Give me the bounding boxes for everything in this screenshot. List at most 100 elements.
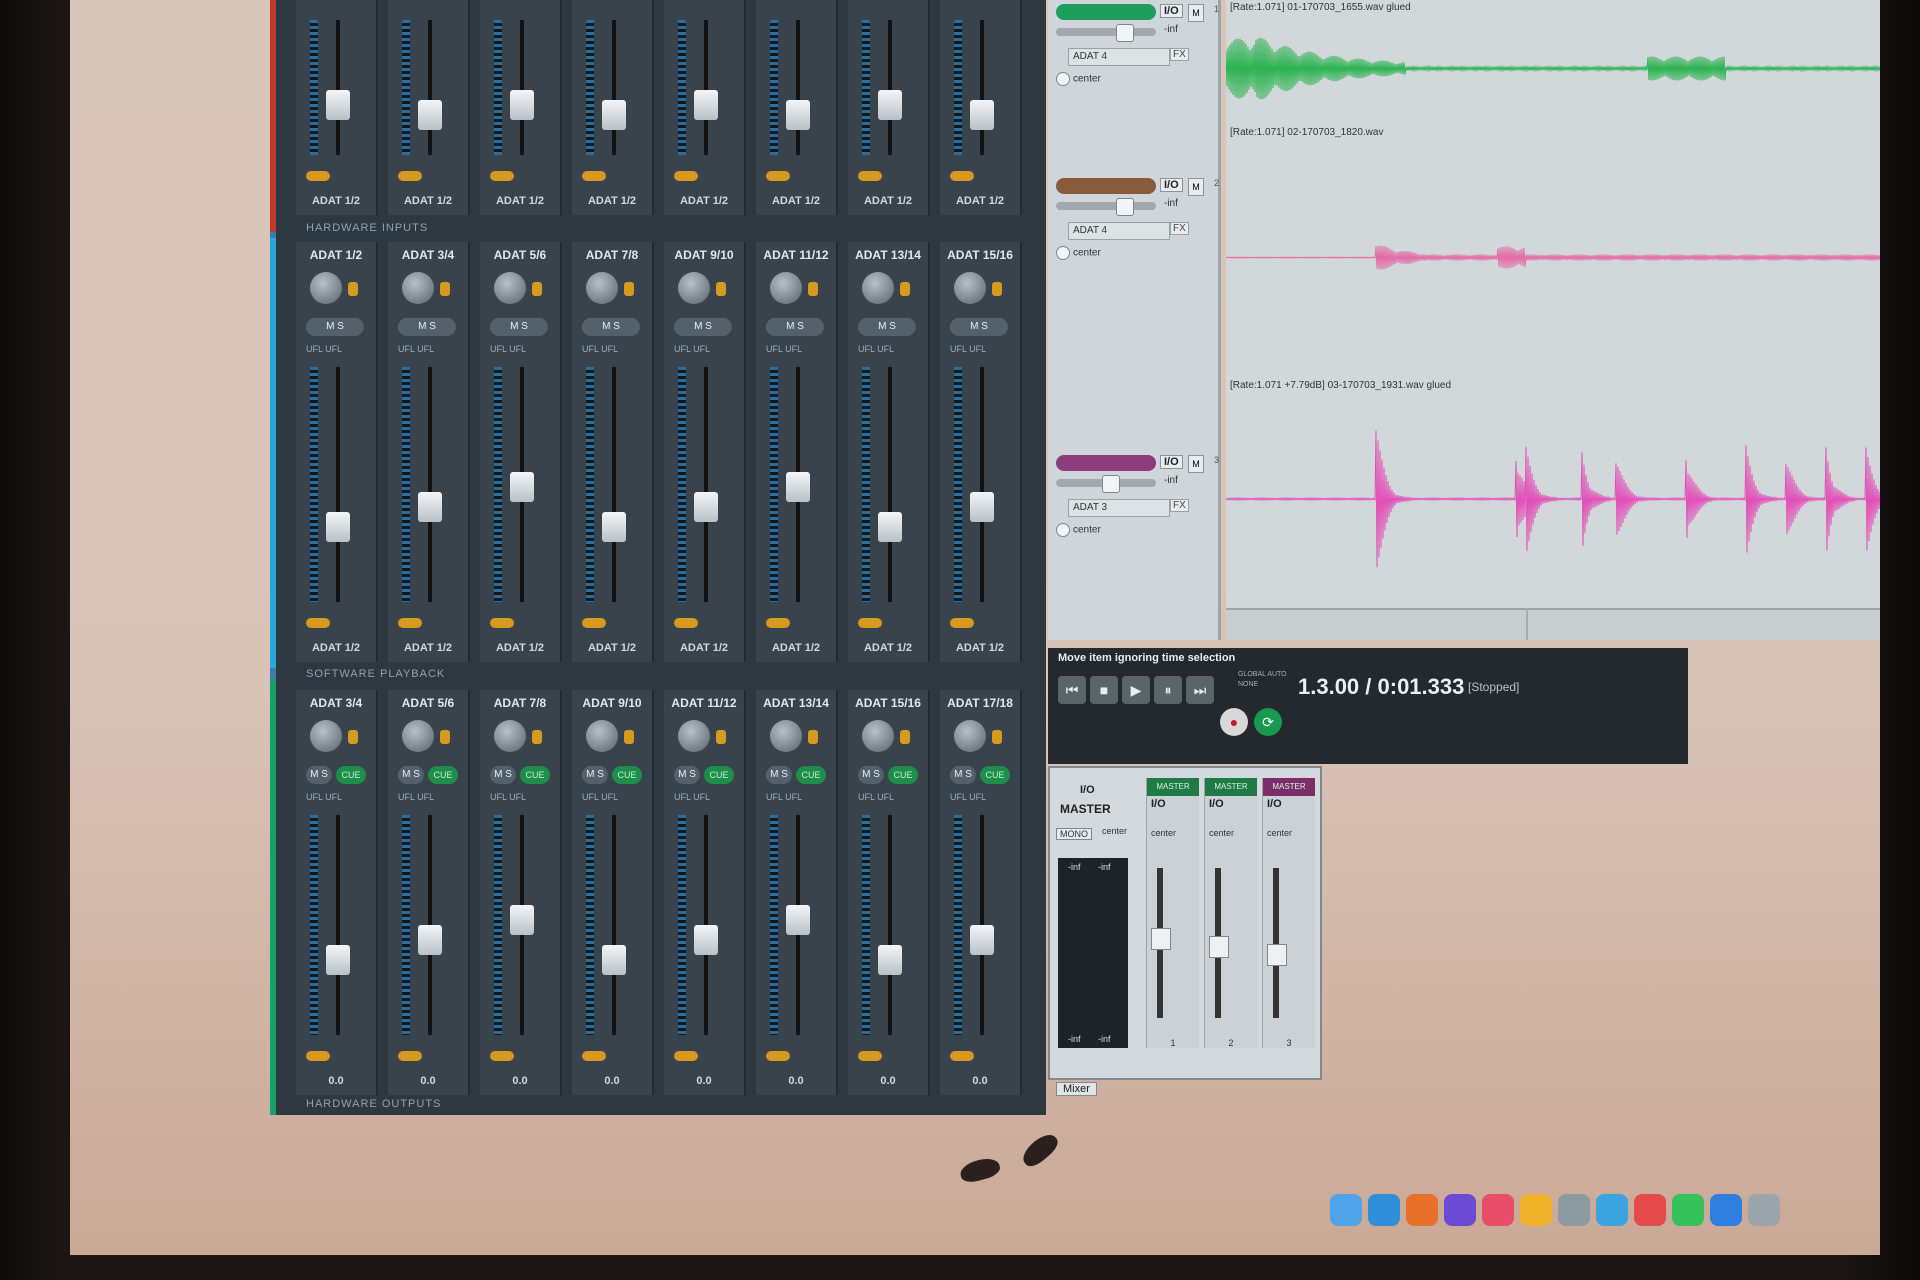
track-name-field[interactable]	[1056, 4, 1156, 20]
record-input-select[interactable]: ADAT 4	[1068, 222, 1170, 240]
fader-handle[interactable]	[326, 90, 350, 120]
channel-routing-label[interactable]: 0.0	[388, 1075, 468, 1087]
fader-handle[interactable]	[786, 905, 810, 935]
channel-routing-label[interactable]: ADAT 1/2	[756, 195, 836, 207]
channel-routing-label[interactable]: 0.0	[940, 1075, 1020, 1087]
volume-handle[interactable]	[1116, 198, 1134, 216]
fader-handle[interactable]	[970, 492, 994, 522]
repeat-button[interactable]: ⟳	[1254, 708, 1282, 736]
record-input-select[interactable]: ADAT 3	[1068, 499, 1170, 517]
fader-handle[interactable]	[694, 492, 718, 522]
mute-solo-button[interactable]: M S	[398, 766, 424, 784]
fader-handle[interactable]	[326, 945, 350, 975]
fader-handle[interactable]	[418, 925, 442, 955]
gain-knob[interactable]	[586, 720, 618, 752]
channel-routing-label[interactable]: 0.0	[848, 1075, 928, 1087]
mute-solo-button[interactable]: M S	[490, 318, 548, 336]
mute-solo-button[interactable]: M S	[582, 318, 640, 336]
volume-slider[interactable]	[1056, 28, 1156, 36]
arrange-view[interactable]: [Rate:1.071] 01-170703_1655.wav glued [Ra…	[1226, 0, 1880, 640]
cue-button[interactable]: CUE	[704, 766, 734, 784]
channel-routing-label[interactable]: 0.0	[572, 1075, 652, 1087]
master-pan-knob[interactable]: center	[1102, 826, 1127, 836]
mute-solo-button[interactable]: M S	[858, 766, 884, 784]
firefox-icon[interactable]	[1406, 1194, 1438, 1226]
track-header[interactable]: I/O M -inf ADAT 3 FX center 3	[1056, 455, 1219, 585]
fader-handle[interactable]	[970, 925, 994, 955]
gain-knob[interactable]	[678, 272, 710, 304]
mixer-track-strip[interactable]: MASTER I/O center 3	[1262, 778, 1315, 1048]
mute-solo-button[interactable]: M S	[398, 318, 456, 336]
channel-routing-label[interactable]: ADAT 1/2	[480, 195, 560, 207]
mail-icon[interactable]	[1596, 1194, 1628, 1226]
volume-handle[interactable]	[1116, 24, 1134, 42]
mute-solo-button[interactable]: M S	[858, 318, 916, 336]
fader-handle[interactable]	[1151, 928, 1171, 950]
mute-solo-button[interactable]: M S	[950, 766, 976, 784]
channel-routing-label[interactable]: ADAT 1/2	[664, 642, 744, 654]
cue-button[interactable]: CUE	[980, 766, 1010, 784]
media-item[interactable]: [Rate:1.071 +7.79dB] 03-170703_1931.wav …	[1226, 378, 1880, 610]
io-button[interactable]: I/O	[1160, 178, 1183, 192]
fader-handle[interactable]	[602, 512, 626, 542]
gain-knob[interactable]	[310, 720, 342, 752]
master-io-button[interactable]: I/O	[1080, 784, 1095, 796]
mute-solo-button[interactable]: M S	[306, 766, 332, 784]
channel-routing-label[interactable]: ADAT 1/2	[296, 642, 376, 654]
cue-button[interactable]: CUE	[612, 766, 642, 784]
pan-knob[interactable]: center	[1056, 523, 1126, 537]
fader-handle[interactable]	[1267, 944, 1287, 966]
fader-handle[interactable]	[786, 472, 810, 502]
channel-routing-label[interactable]: ADAT 1/2	[664, 195, 744, 207]
channel-routing-label[interactable]: 0.0	[664, 1075, 744, 1087]
gain-knob[interactable]	[310, 272, 342, 304]
settings-icon[interactable]	[1558, 1194, 1590, 1226]
io-button[interactable]: I/O	[1160, 4, 1183, 18]
channel-routing-label[interactable]: ADAT 1/2	[756, 642, 836, 654]
mixer-track-strip[interactable]: MASTER I/O center 1	[1146, 778, 1199, 1048]
mute-button[interactable]: M	[1188, 455, 1204, 473]
play-button[interactable]: ▶	[1122, 676, 1150, 704]
mute-solo-button[interactable]: M S	[306, 318, 364, 336]
channel-routing-label[interactable]: ADAT 1/2	[572, 195, 652, 207]
cue-button[interactable]: CUE	[336, 766, 366, 784]
calendar-icon[interactable]	[1634, 1194, 1666, 1226]
timecode-display[interactable]: 1.3.00 / 0:01.333	[1298, 674, 1464, 700]
cue-button[interactable]: CUE	[520, 766, 550, 784]
fader-handle[interactable]	[878, 90, 902, 120]
channel-routing-label[interactable]: ADAT 1/2	[940, 195, 1020, 207]
pause-button[interactable]: ⏸	[1154, 676, 1182, 704]
channel-routing-label[interactable]: ADAT 1/2	[848, 642, 928, 654]
gain-knob[interactable]	[862, 272, 894, 304]
channel-routing-label[interactable]: ADAT 1/2	[388, 195, 468, 207]
mixer-track-strip[interactable]: MASTER I/O center 2	[1204, 778, 1257, 1048]
gain-knob[interactable]	[862, 720, 894, 752]
fader-handle[interactable]	[510, 90, 534, 120]
volume-handle[interactable]	[1102, 475, 1120, 493]
media-item[interactable]: [Rate:1.071] 01-170703_1655.wav glued	[1226, 0, 1880, 127]
finder-icon[interactable]	[1330, 1194, 1362, 1226]
fader-handle[interactable]	[786, 100, 810, 130]
record-button[interactable]: ●	[1220, 708, 1248, 736]
io-button[interactable]: I/O	[1151, 798, 1166, 810]
cue-button[interactable]: CUE	[428, 766, 458, 784]
volume-slider[interactable]	[1056, 202, 1156, 210]
channel-routing-label[interactable]: ADAT 1/2	[572, 642, 652, 654]
mute-button[interactable]: M	[1188, 178, 1204, 196]
track-name-field[interactable]	[1056, 455, 1156, 471]
gain-knob[interactable]	[402, 720, 434, 752]
gain-knob[interactable]	[494, 720, 526, 752]
gain-knob[interactable]	[402, 272, 434, 304]
channel-routing-label[interactable]: 0.0	[756, 1075, 836, 1087]
cue-button[interactable]: CUE	[888, 766, 918, 784]
gain-knob[interactable]	[954, 720, 986, 752]
gain-knob[interactable]	[678, 720, 710, 752]
track-header[interactable]: I/O M -inf ADAT 4 FX center 2	[1056, 178, 1219, 308]
goto-start-button[interactable]: ⏮	[1058, 676, 1086, 704]
channel-routing-label[interactable]: ADAT 1/2	[388, 642, 468, 654]
messages-icon[interactable]	[1672, 1194, 1704, 1226]
mute-button[interactable]: M	[1188, 4, 1204, 22]
channel-routing-label[interactable]: 0.0	[296, 1075, 376, 1087]
music-icon[interactable]	[1482, 1194, 1514, 1226]
fader-handle[interactable]	[510, 472, 534, 502]
